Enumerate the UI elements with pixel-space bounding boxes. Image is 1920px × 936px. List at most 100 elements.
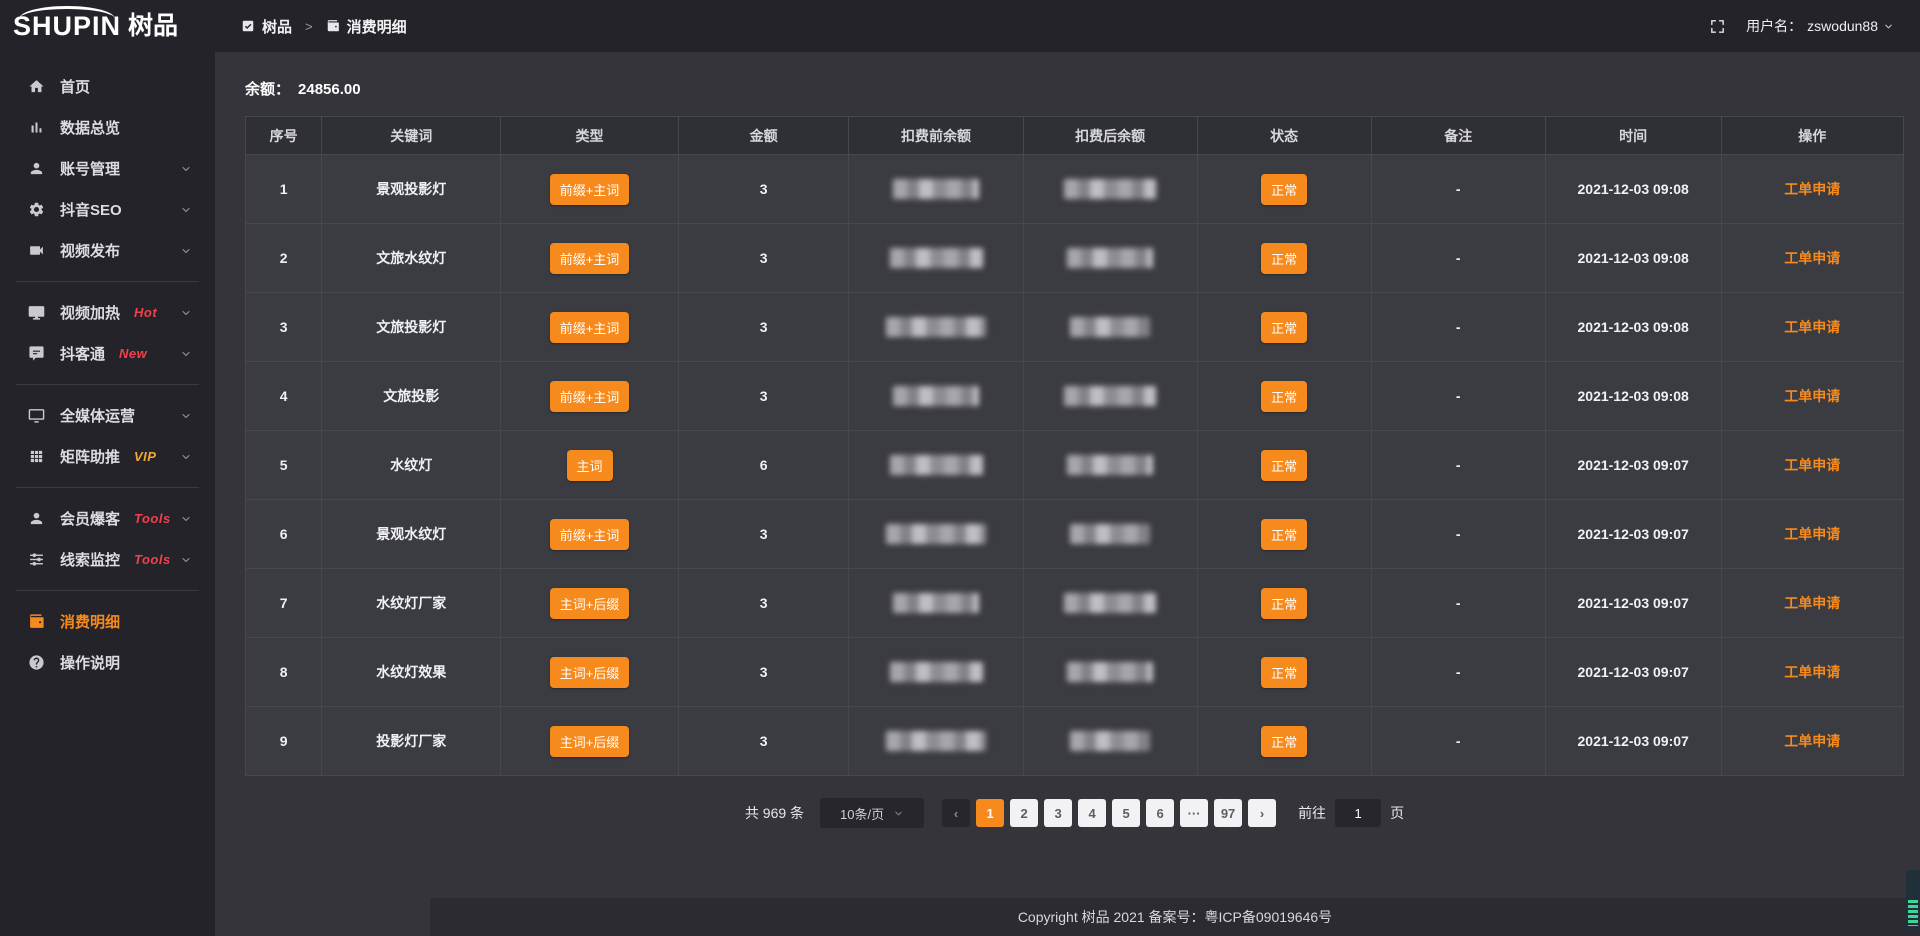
sidebar-item[interactable]: 抖客通New: [0, 333, 215, 374]
pagination: 共 969 条 10条/页 ‹ 123456···97 › 前往 页: [245, 798, 1904, 828]
column-header: 扣费后余额: [1023, 117, 1197, 155]
page-button-5[interactable]: 5: [1112, 799, 1140, 827]
redacted-post-balance: [1070, 317, 1150, 337]
breadcrumb-home-icon: [241, 19, 255, 33]
sidebar-item[interactable]: 数据总览: [0, 107, 215, 148]
page-button-3[interactable]: 3: [1044, 799, 1072, 827]
page-button-6[interactable]: 6: [1146, 799, 1174, 827]
amount-text: 3: [760, 181, 768, 197]
work-order-link[interactable]: 工单申请: [1784, 526, 1840, 542]
work-order-link[interactable]: 工单申请: [1784, 664, 1840, 680]
display-icon: [28, 304, 45, 321]
remark-text-cell: -: [1371, 224, 1545, 293]
sidebar-item[interactable]: 账号管理: [0, 148, 215, 189]
sidebar-item[interactable]: 视频发布: [0, 230, 215, 271]
sidebar-item-label: 会员爆客: [60, 508, 120, 529]
work-order-link[interactable]: 工单申请: [1784, 733, 1840, 749]
work-order-link[interactable]: 工单申请: [1784, 388, 1840, 404]
page-button-4[interactable]: 4: [1078, 799, 1106, 827]
username-label: 用户名：: [1746, 16, 1802, 36]
remark-text-cell: -: [1371, 431, 1545, 500]
time-text: 2021-12-03 09:07: [1578, 664, 1689, 680]
row-index-cell: 1: [246, 155, 322, 224]
work-order-link[interactable]: 工单申请: [1784, 250, 1840, 266]
redacted-post-balance-cell: [1023, 224, 1197, 293]
remark-text: -: [1456, 388, 1461, 404]
sidebar-item[interactable]: 全媒体运营: [0, 395, 215, 436]
breadcrumb-separator: >: [305, 19, 313, 34]
redacted-post-balance: [1067, 248, 1153, 268]
time-text: 2021-12-03 09:07: [1578, 595, 1689, 611]
page-button-1[interactable]: 1: [976, 799, 1004, 827]
status-badge-cell: 正常: [1197, 224, 1371, 293]
logo: SHUPIN 树品: [0, 0, 215, 52]
status-badge-cell: 正常: [1197, 569, 1371, 638]
column-header: 扣费前余额: [849, 117, 1023, 155]
keyword-text: 水纹灯: [390, 457, 432, 473]
monitor-icon: [28, 407, 45, 424]
keyword-text: 文旅水纹灯: [376, 250, 446, 266]
sidebar-item[interactable]: 操作说明: [0, 642, 215, 683]
row-index-cell: 6: [246, 500, 322, 569]
redacted-pre-balance-cell: [849, 155, 1023, 224]
user-dropdown[interactable]: 用户名： zswodun88: [1746, 16, 1894, 36]
remark-text-cell: -: [1371, 707, 1545, 776]
table-row: 8水纹灯效果主词+后缀3正常-2021-12-03 09:07工单申请: [246, 638, 1904, 707]
breadcrumb-home[interactable]: 树品: [262, 16, 292, 37]
sidebar-item[interactable]: 会员爆客Tools: [0, 498, 215, 539]
work-order-link[interactable]: 工单申请: [1784, 457, 1840, 473]
page-button-2[interactable]: 2: [1010, 799, 1038, 827]
column-header: 序号: [246, 117, 322, 155]
remark-text: -: [1456, 250, 1461, 266]
logo-arc: [19, 6, 114, 19]
work-order-link-cell: 工单申请: [1721, 155, 1903, 224]
redacted-post-balance: [1067, 455, 1153, 475]
redacted-post-balance-cell: [1023, 638, 1197, 707]
amount-text-cell: 3: [678, 224, 849, 293]
chevron-down-icon: [180, 451, 192, 463]
table-row: 6景观水纹灯前缀+主词3正常-2021-12-03 09:07工单申请: [246, 500, 1904, 569]
sidebar-item-label: 抖客通: [60, 343, 105, 364]
sidebar-item-label: 抖音SEO: [60, 199, 122, 220]
remark-text-cell: -: [1371, 569, 1545, 638]
more-pages-button[interactable]: ···: [1180, 799, 1208, 827]
chevron-down-icon: [180, 554, 192, 566]
consumption-table: 序号关键词类型金额扣费前余额扣费后余额状态备注时间操作 1景观投影灯前缀+主词3…: [245, 116, 1904, 776]
amount-text: 3: [760, 733, 768, 749]
keyword-text: 文旅投影灯: [376, 319, 446, 335]
work-order-link-cell: 工单申请: [1721, 293, 1903, 362]
wallet-icon: [28, 613, 45, 630]
column-header: 时间: [1545, 117, 1721, 155]
balance: 余额：24856.00: [215, 52, 1920, 99]
amount-text-cell: 3: [678, 362, 849, 431]
sidebar-item[interactable]: 首页: [0, 66, 215, 107]
sliders-icon: [28, 551, 45, 568]
status-badge: 正常: [1261, 381, 1307, 412]
prev-page-button[interactable]: ‹: [942, 799, 970, 827]
type-badge-cell: 前缀+主词: [501, 293, 678, 362]
goto-page-input[interactable]: [1335, 799, 1381, 827]
chat-widget[interactable]: [1906, 870, 1920, 930]
page-button-97[interactable]: 97: [1214, 799, 1242, 827]
remark-text: -: [1456, 181, 1461, 197]
sidebar-item[interactable]: 消费明细: [0, 601, 215, 642]
page-size-select[interactable]: 10条/页: [820, 798, 924, 828]
sidebar-item[interactable]: 矩阵助推VIP: [0, 436, 215, 477]
row-index: 5: [280, 457, 288, 473]
work-order-link[interactable]: 工单申请: [1784, 181, 1840, 197]
work-order-link[interactable]: 工单申请: [1784, 319, 1840, 335]
column-header: 备注: [1371, 117, 1545, 155]
type-badge: 前缀+主词: [550, 519, 630, 550]
sidebar-item[interactable]: 抖音SEO: [0, 189, 215, 230]
sidebar-item[interactable]: 视频加热Hot: [0, 292, 215, 333]
fullscreen-icon[interactable]: [1709, 18, 1726, 35]
work-order-link[interactable]: 工单申请: [1784, 595, 1840, 611]
main-content: 余额：24856.00 序号关键词类型金额扣费前余额扣费后余额状态备注时间操作 …: [215, 52, 1920, 936]
sidebar-item[interactable]: 线索监控Tools: [0, 539, 215, 580]
type-badge-cell: 前缀+主词: [501, 224, 678, 293]
sidebar-item-tag: Tools: [134, 552, 171, 567]
sidebar-divider: [16, 384, 199, 385]
time-text: 2021-12-03 09:07: [1578, 733, 1689, 749]
next-page-button[interactable]: ›: [1248, 799, 1276, 827]
time-text: 2021-12-03 09:07: [1578, 457, 1689, 473]
